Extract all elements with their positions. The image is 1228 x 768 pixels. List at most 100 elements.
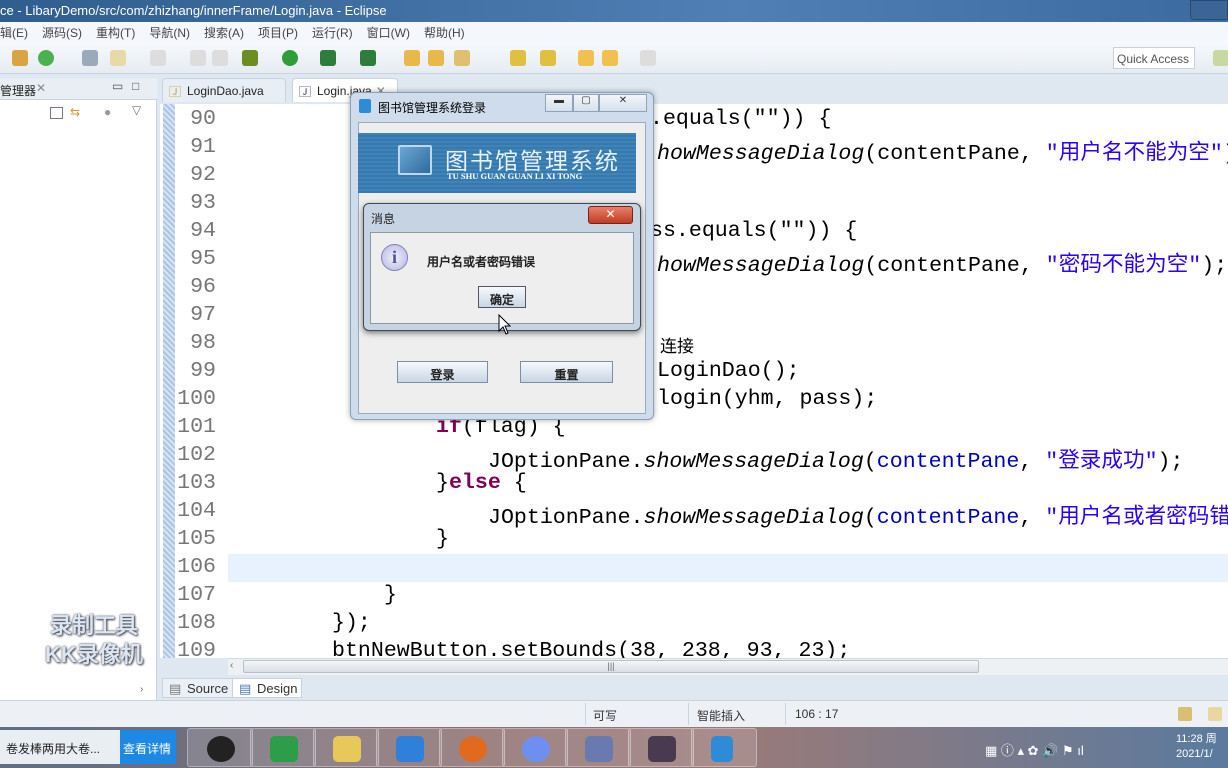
dialog-close-button[interactable]: ✕ bbox=[588, 206, 633, 224]
line-number: 98 bbox=[190, 331, 216, 355]
menu-search[interactable]: 搜索(A) bbox=[204, 24, 244, 42]
tab-logindao-java[interactable]: 🄹 LoginDao.java bbox=[162, 78, 286, 102]
line-number: 108 bbox=[177, 611, 216, 635]
menu-window[interactable]: 窗口(W) bbox=[367, 24, 410, 42]
menu-source[interactable]: 源码(S) bbox=[42, 24, 82, 42]
wps-icon[interactable] bbox=[396, 736, 424, 762]
line-number: 103 bbox=[177, 471, 216, 495]
debug-icon[interactable] bbox=[242, 50, 258, 66]
clock-time: 11:28 周 bbox=[1176, 733, 1217, 745]
ok-button[interactable]: 确定 bbox=[478, 286, 526, 308]
line-number: 94 bbox=[190, 219, 216, 243]
code-line-98-comment: 连接 bbox=[660, 339, 694, 358]
view-details-button[interactable]: 查看详情 bbox=[120, 730, 176, 764]
menu-navigate[interactable]: 导航(N) bbox=[149, 24, 190, 42]
clock: 11:28 周 2021/1/ bbox=[1176, 732, 1217, 762]
line-number: 106 bbox=[177, 555, 216, 579]
code-line-91-args: (contentPane, bbox=[864, 142, 1046, 166]
line-number: 95 bbox=[190, 247, 216, 271]
code-line-100: login(yhm, pass); bbox=[657, 387, 878, 411]
package-explorer-title: 管理器 bbox=[0, 84, 37, 98]
scrollbar-thumb[interactable]: ||| bbox=[243, 660, 979, 673]
app-icon[interactable] bbox=[522, 736, 550, 762]
save-icon[interactable] bbox=[190, 50, 206, 66]
tab-source[interactable]: ▤ Source bbox=[162, 678, 234, 698]
minimize-icon[interactable]: ▭ bbox=[112, 79, 123, 93]
watermark-line1: 录制工具 bbox=[49, 613, 138, 638]
book-app-icon[interactable] bbox=[711, 736, 733, 762]
link-editor-icon[interactable]: ⇆ bbox=[70, 105, 80, 119]
line-number: 91 bbox=[190, 135, 216, 159]
tray-icons[interactable]: ▦ ⓘ ▴ ✿ 🔊 ⚑ ıl bbox=[985, 740, 1084, 759]
collapse-all-icon[interactable] bbox=[50, 107, 63, 119]
line-number: 92 bbox=[190, 163, 216, 187]
code-method: showMessageDialog bbox=[643, 506, 864, 530]
mysql-icon[interactable] bbox=[585, 736, 613, 762]
computer-user-icon bbox=[398, 145, 432, 175]
code-string: "用户名或者密码错误 bbox=[1045, 506, 1228, 530]
line-number: 99 bbox=[190, 359, 216, 383]
menu-edit[interactable]: 辑(E) bbox=[0, 24, 28, 42]
menu-refactor[interactable]: 重构(T) bbox=[96, 24, 135, 42]
line-number: 97 bbox=[190, 303, 216, 327]
run-icon[interactable] bbox=[282, 50, 298, 66]
keyword-else: else bbox=[448, 471, 501, 495]
view-menu-icon[interactable]: ▽ bbox=[132, 103, 141, 117]
reset-button[interactable]: 重置 bbox=[520, 361, 613, 383]
menu-bar: 辑(E) 源码(S) 重构(T) 导航(N) 搜索(A) 项目(P) 运行(R)… bbox=[0, 22, 1228, 42]
new-package-icon[interactable] bbox=[12, 50, 28, 66]
back-icon[interactable] bbox=[602, 50, 618, 66]
message-text: 用户名或者密码错误 bbox=[427, 255, 536, 269]
tab-label: Source bbox=[187, 681, 229, 696]
taskbar: ▦ ⓘ ▴ ✿ 🔊 ⚑ ıl bbox=[0, 727, 1228, 768]
hbuilder-icon[interactable] bbox=[270, 736, 298, 762]
new-file-icon[interactable] bbox=[150, 50, 166, 66]
search-icon[interactable] bbox=[454, 50, 470, 66]
previous-annotation-icon[interactable] bbox=[540, 50, 556, 66]
close-icon[interactable]: ✕ bbox=[36, 81, 46, 95]
next-annotation-icon[interactable] bbox=[510, 50, 526, 66]
tasks-icon[interactable] bbox=[1208, 707, 1222, 721]
message-content bbox=[370, 232, 634, 324]
new-class-icon[interactable] bbox=[38, 50, 54, 66]
quick-access-input[interactable]: Quick Access bbox=[1113, 47, 1195, 69]
tab-design[interactable]: ▤ Design bbox=[232, 678, 303, 698]
login-button[interactable]: 登录 bbox=[397, 361, 488, 383]
scroll-left-icon[interactable]: ‹ bbox=[230, 660, 233, 671]
perspective-icon[interactable] bbox=[1213, 50, 1228, 66]
file-explorer-icon[interactable] bbox=[333, 736, 361, 762]
package-explorer: ⇆ ● ▽ bbox=[0, 100, 157, 700]
scroll-right-icon[interactable]: › bbox=[140, 684, 143, 695]
window-close-button[interactable]: ✕ bbox=[599, 94, 647, 112]
progress-icon[interactable] bbox=[1178, 707, 1192, 721]
last-edit-icon[interactable] bbox=[578, 50, 594, 66]
window-minimize-button[interactable]: ▬ bbox=[545, 94, 573, 112]
window-maximize-button[interactable]: ▢ bbox=[573, 94, 599, 112]
recorder-icon[interactable] bbox=[459, 736, 487, 762]
banner-subtitle: TU SHU GUAN GUAN LI XI TONG bbox=[447, 171, 583, 181]
code-line-95-end: ); bbox=[1201, 254, 1228, 278]
filter-icon[interactable]: ● bbox=[104, 105, 111, 119]
minimize-button[interactable] bbox=[1190, 0, 1228, 20]
mouse-cursor-icon bbox=[498, 314, 512, 335]
forward-icon[interactable] bbox=[640, 50, 656, 66]
new-icon[interactable] bbox=[110, 50, 126, 66]
ad-notice[interactable]: 卷发棒两用大卷... bbox=[0, 730, 120, 764]
menu-run[interactable]: 运行(R) bbox=[312, 24, 353, 42]
line-number: 105 bbox=[177, 527, 216, 551]
code-line-99: LoginDao(); bbox=[657, 359, 800, 383]
package-explorer-header: 管理器 ✕ ▭ □ bbox=[0, 78, 157, 100]
coverage-icon[interactable] bbox=[360, 50, 376, 66]
menu-project[interactable]: 项目(P) bbox=[258, 24, 298, 42]
open-type-icon[interactable] bbox=[404, 50, 420, 66]
maximize-icon[interactable]: □ bbox=[132, 79, 139, 93]
save-all-icon[interactable] bbox=[212, 50, 228, 66]
eclipse-javaee-icon[interactable] bbox=[648, 736, 676, 762]
skip-breakpoints-icon[interactable] bbox=[82, 50, 98, 66]
menu-help[interactable]: 帮助(H) bbox=[424, 24, 465, 42]
qq-icon[interactable] bbox=[207, 736, 235, 762]
run-external-icon[interactable] bbox=[320, 50, 336, 66]
code-line-108: }); bbox=[332, 611, 371, 635]
open-resource-icon[interactable] bbox=[428, 50, 444, 66]
java-file-icon: 🄹 bbox=[299, 85, 312, 99]
